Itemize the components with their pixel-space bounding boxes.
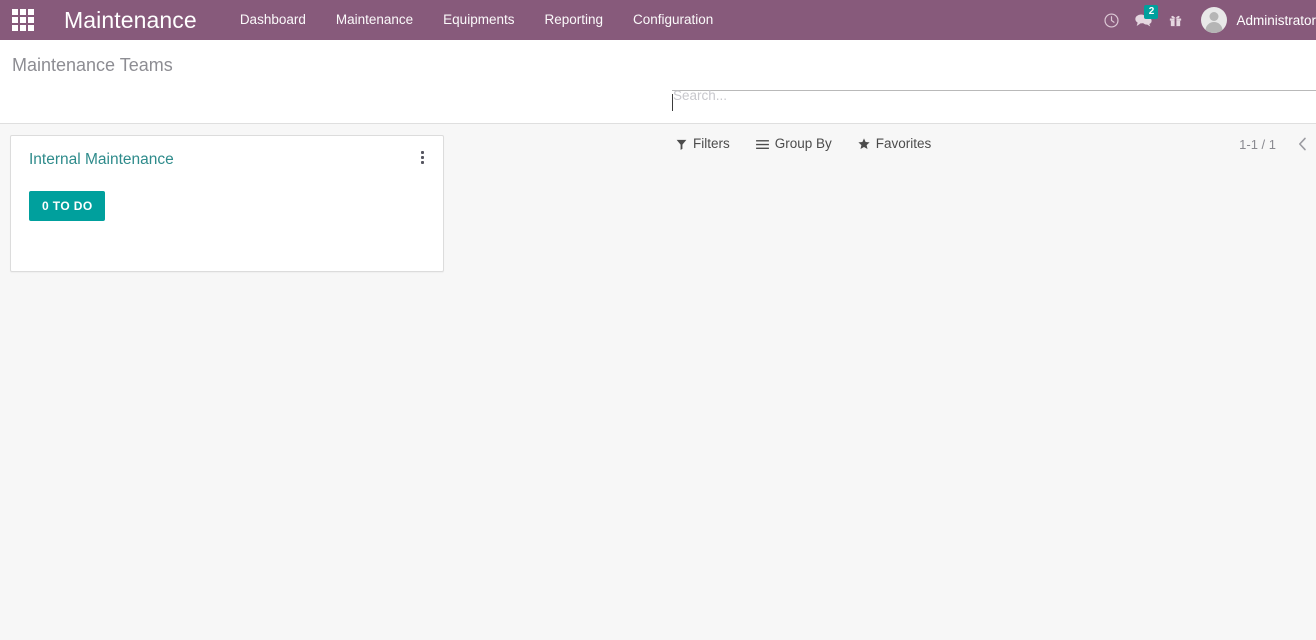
breadcrumb[interactable]: Maintenance Teams — [0, 54, 173, 76]
apps-grid-icon — [12, 9, 34, 31]
filters-label: Filters — [693, 136, 730, 151]
gift-icon[interactable] — [1159, 0, 1191, 40]
search-options: Filters Group By Favorites — [676, 135, 957, 153]
pager-range-label: 1-1 / 1 — [1239, 136, 1276, 152]
vertical-ellipsis-icon-dot — [420, 150, 424, 154]
menu-item-reporting[interactable]: Reporting — [529, 0, 618, 40]
vertical-ellipsis-icon-dot — [420, 160, 424, 164]
favorites-label: Favorites — [875, 136, 932, 151]
filter-funnel-icon — [676, 139, 687, 150]
card-title[interactable]: Internal Maintenance — [29, 150, 427, 170]
group-by-label: Group By — [774, 136, 832, 151]
main-menu: Dashboard Maintenance Equipments Reporti… — [225, 0, 729, 40]
user-menu[interactable]: Administrator — [1191, 0, 1316, 40]
card-menu-button[interactable] — [413, 147, 431, 167]
search-box[interactable] — [672, 85, 1316, 116]
filters-button[interactable]: Filters — [676, 135, 730, 153]
group-by-lines-icon — [755, 139, 769, 150]
menu-item-configuration[interactable]: Configuration — [618, 0, 728, 40]
messages-count-badge: 2 — [1144, 5, 1159, 19]
clock-icon[interactable] — [1095, 0, 1127, 40]
user-avatar-icon — [1201, 7, 1228, 33]
star-icon — [858, 138, 870, 150]
apps-menu-button[interactable] — [0, 0, 46, 40]
kanban-card[interactable]: Internal Maintenance 0 TO DO — [10, 135, 444, 272]
control-panel: Maintenance Teams Filters — [0, 40, 1316, 152]
pager: 1-1 / 1 — [1239, 134, 1312, 154]
vertical-ellipsis-icon-dot — [420, 155, 424, 159]
app-brand-title: Maintenance — [64, 6, 197, 33]
search-input[interactable] — [672, 85, 1316, 105]
messages-icon[interactable]: 2 — [1127, 0, 1159, 40]
pager-previous-button[interactable] — [1292, 134, 1312, 154]
top-navbar: Maintenance Dashboard Maintenance Equipm… — [0, 0, 1316, 40]
menu-item-maintenance[interactable]: Maintenance — [321, 0, 428, 40]
group-by-button[interactable]: Group By — [755, 135, 832, 153]
menu-item-dashboard[interactable]: Dashboard — [225, 0, 321, 40]
menu-item-equipments[interactable]: Equipments — [428, 0, 529, 40]
todo-count-button[interactable]: 0 TO DO — [29, 191, 105, 221]
username-label: Administrator — [1236, 12, 1316, 28]
kanban-view: Internal Maintenance 0 TO DO — [0, 124, 1316, 599]
favorites-button[interactable]: Favorites — [858, 135, 932, 153]
systray: 2 Administrator — [1095, 0, 1316, 40]
